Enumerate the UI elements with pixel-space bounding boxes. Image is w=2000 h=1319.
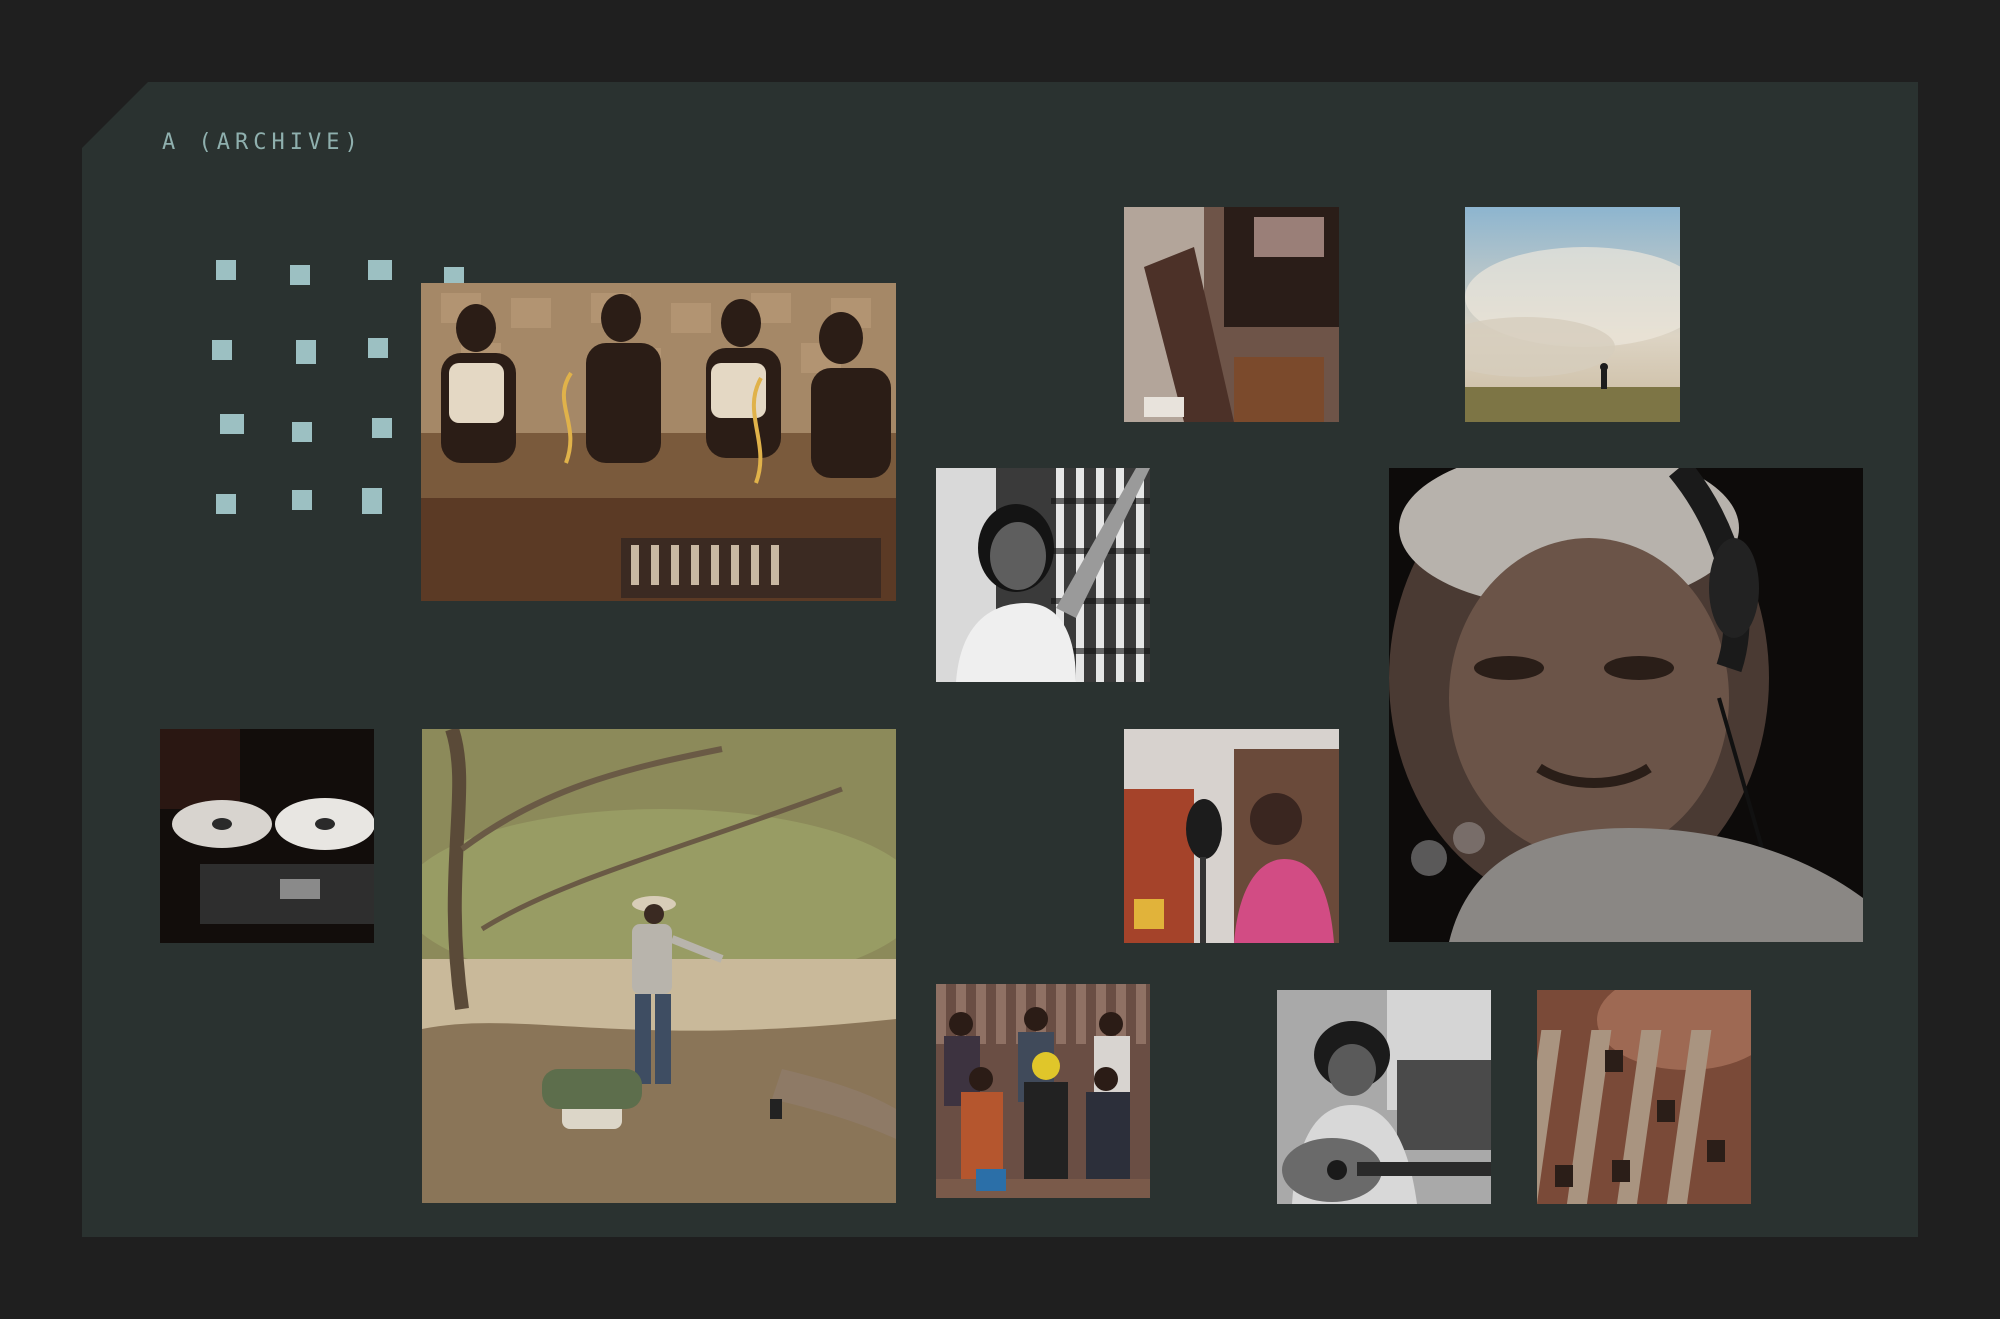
photo-man-dancing-creek[interactable] (422, 729, 896, 1203)
photo-mixing-faders[interactable] (1537, 990, 1751, 1204)
photo-reel-to-reel[interactable] (160, 729, 374, 943)
photo-smoke-field[interactable] (1465, 207, 1680, 422)
archive-panel: A (ARCHIVE) (82, 82, 1918, 1237)
photo-singer-microphone[interactable] (1124, 729, 1339, 943)
archive-label: A (ARCHIVE) (162, 130, 363, 155)
dot-grid-decoration (82, 82, 470, 516)
photo-elder-headphones[interactable] (1389, 468, 1863, 942)
photo-man-guitar[interactable] (1277, 990, 1491, 1204)
photo-group-seated[interactable] (936, 984, 1150, 1198)
photo-hands-guitar[interactable] (1124, 207, 1339, 422)
photo-woman-tape-archive[interactable] (936, 468, 1150, 682)
photo-studio-band[interactable] (421, 283, 896, 601)
